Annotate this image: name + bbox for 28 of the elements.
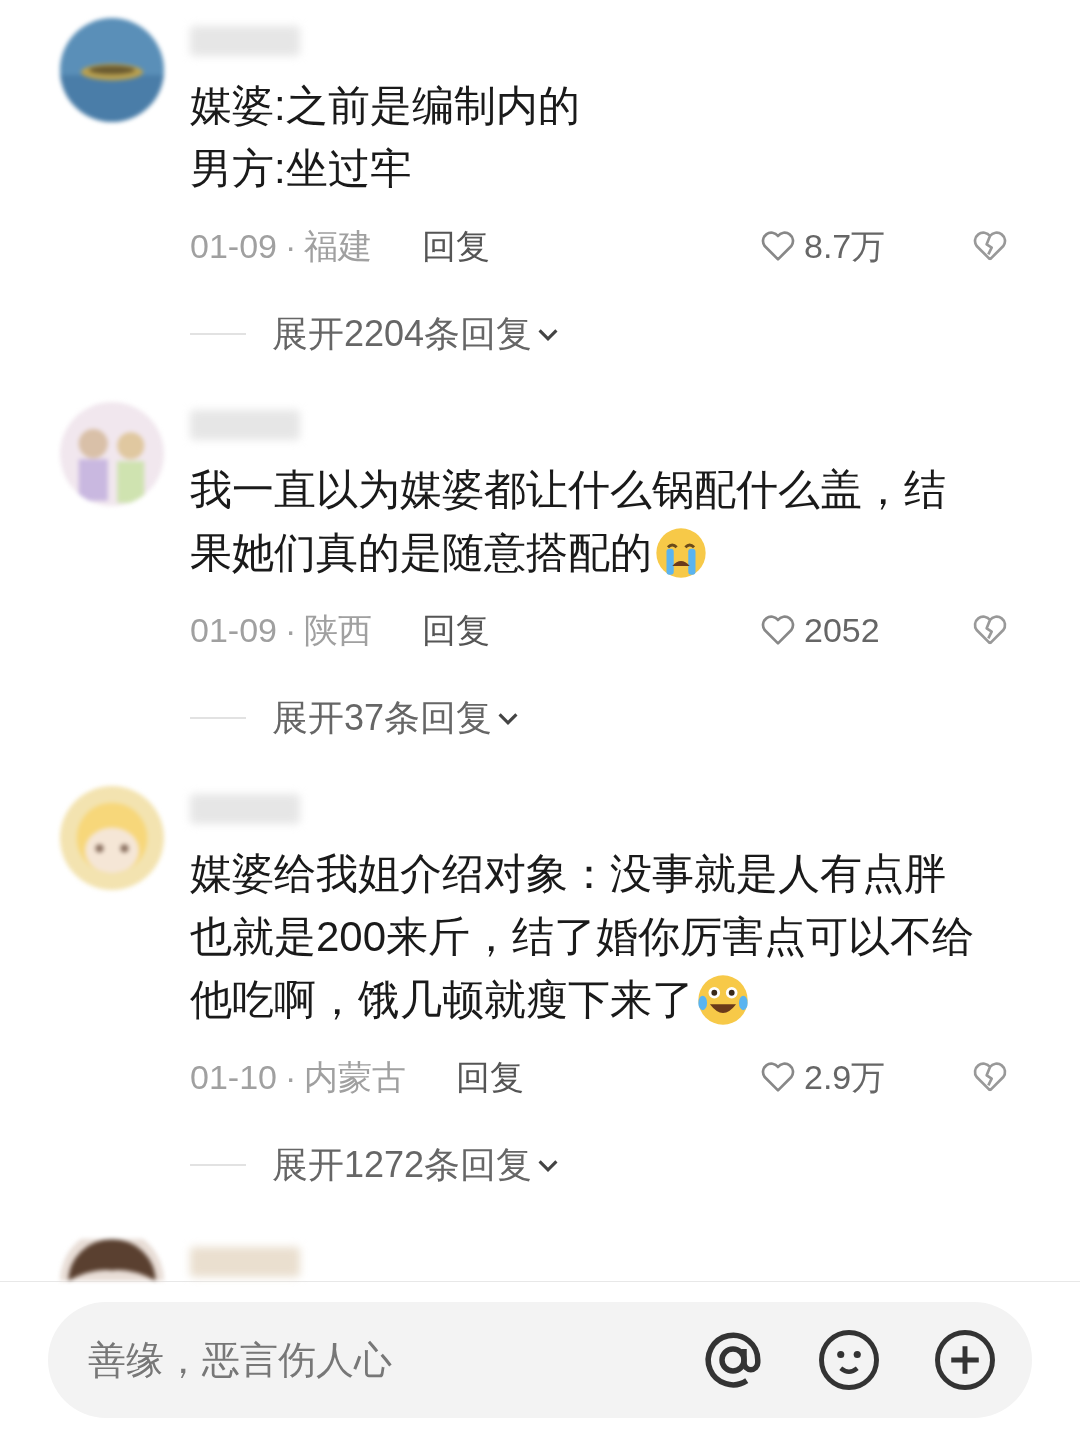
- like-count: 8.7万: [804, 225, 887, 267]
- comment-input-bar[interactable]: 善缘，恶言伤人心: [48, 1302, 1032, 1418]
- comment-text: 也就是200来斤，结了婚你厉害点可以不给: [190, 912, 975, 962]
- like-count: 2.9万: [804, 1056, 887, 1098]
- comment-text: 媒婆:之前是编制内的: [190, 81, 580, 131]
- comment-date: 01-09: [190, 609, 277, 651]
- reply-button[interactable]: 回复: [422, 604, 491, 656]
- comment-text: 他吃啊，饿几顿就瘦下来了: [190, 975, 694, 1025]
- separator-dot: ·: [284, 609, 297, 651]
- reply-button[interactable]: 回复: [456, 1051, 525, 1103]
- expand-replies-button[interactable]: 展开37条回复: [272, 691, 493, 745]
- expand-replies-button[interactable]: 展开1272条回复: [272, 1138, 533, 1192]
- reply-button[interactable]: 回复: [422, 220, 491, 272]
- comment-date: 01-10: [190, 1056, 277, 1098]
- comment-text: 男方:坐过牢: [190, 144, 412, 194]
- comment-region: 陕西: [304, 609, 373, 651]
- like-count: 2052: [804, 609, 881, 651]
- comment-text: 果她们真的是随意搭配的: [190, 528, 652, 578]
- plus-icon[interactable]: [932, 1327, 998, 1393]
- comment-region: 内蒙古: [304, 1056, 407, 1098]
- comment-region: 福建: [304, 225, 373, 267]
- comment-date: 01-09: [190, 225, 277, 267]
- comment-text: 媒婆给我姐介绍对象：没事就是人有点胖: [190, 849, 946, 899]
- emoji-icon[interactable]: [816, 1327, 882, 1393]
- comment-text: 我一直以为媒婆都让什么锅配什么盖，结: [190, 465, 946, 515]
- separator-dot: ·: [284, 1056, 297, 1098]
- separator-dot: ·: [284, 225, 297, 267]
- expand-replies-button[interactable]: 展开2204条回复: [272, 307, 533, 361]
